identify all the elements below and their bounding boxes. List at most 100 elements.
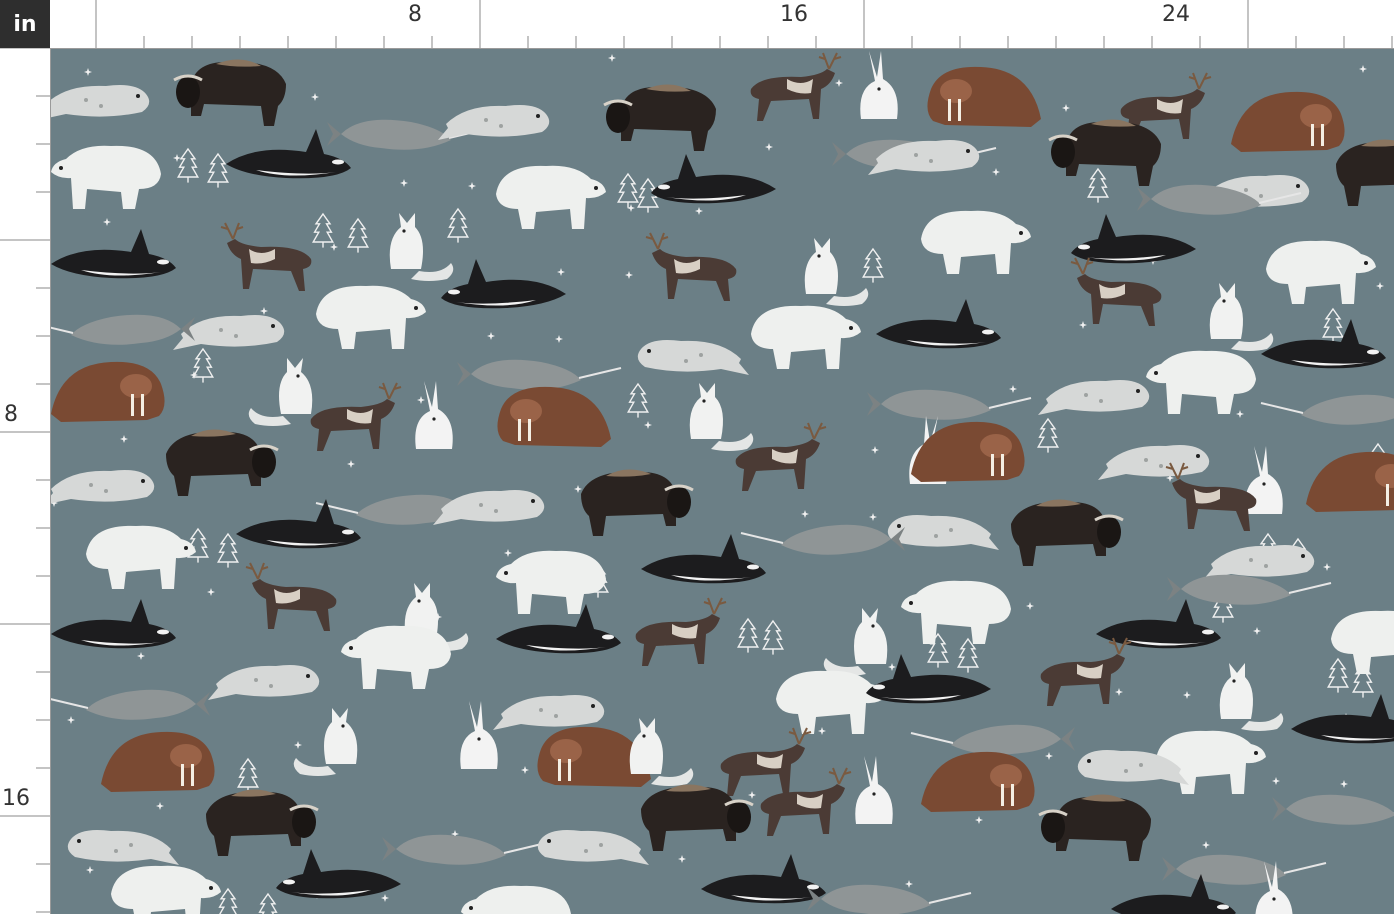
star-icon [1183,691,1191,699]
polar-bear-icon [1146,350,1256,414]
polar-bear-icon [901,580,1011,644]
orca-icon [496,604,621,654]
pine-tree-icon [206,152,230,188]
musk-ox-icon [603,84,716,151]
reindeer-icon [310,382,402,451]
seal-icon [637,340,749,375]
seal-icon [1203,545,1315,580]
star-icon [695,207,703,215]
reindeer-icon [645,232,737,301]
polar-bear-icon [316,285,426,349]
reindeer-icon [1070,257,1162,326]
pine-tree-icon [1086,167,1110,203]
arctic-fox-icon [389,213,454,281]
orca-icon [1071,214,1196,264]
pine-tree-icon [626,382,650,418]
narwhal-icon [382,834,547,865]
top-ruler-label-16: 16 [780,2,808,27]
pine-tree-icon [861,247,885,283]
seal-icon [208,665,320,700]
pine-tree-icon [1036,417,1060,453]
pine-tree-icon [258,892,278,914]
polar-bear-icon [1266,240,1376,304]
left-ruler-label-16: 16 [2,786,30,811]
seal-icon [1038,380,1150,415]
star-icon [311,93,319,101]
arctic-animal-pattern [51,51,1394,914]
narwhal-icon [867,389,1032,420]
narwhal-icon [740,524,905,555]
star-icon [260,307,268,315]
pine-tree-icon [346,217,370,253]
left-ruler-label-8: 8 [4,402,18,427]
star-icon [190,371,198,379]
star-icon [173,154,181,162]
orca-icon [51,229,176,279]
star-icon [468,182,476,190]
narwhal-icon [51,314,195,345]
reindeer-icon [750,52,842,121]
pine-tree-icon [1321,307,1345,343]
star-icon [1272,777,1280,785]
pine-tree-icon [616,172,640,208]
walrus-icon [921,751,1035,812]
polar-bear-icon [751,305,861,369]
star-icon [294,741,302,749]
pine-tree-icon [236,757,260,793]
walrus-icon [51,361,165,422]
star-icon [207,588,215,596]
polar-bear-icon [111,865,221,914]
star-icon [869,513,877,521]
star-icon [678,855,686,863]
reindeer-icon [1040,637,1132,706]
star-icon [400,179,408,187]
star-icon [521,766,529,774]
star-icon [1236,410,1244,418]
star-icon [557,268,565,276]
star-icon [137,652,145,660]
top-ruler-ticks [95,0,1393,48]
star-icon [748,791,756,799]
walrus-icon [927,66,1041,127]
fabric-print [51,49,1394,914]
orca-icon [1261,319,1386,369]
arctic-fox-icon [293,708,358,776]
reindeer-icon [760,767,852,836]
arctic-fox-icon [1209,283,1274,351]
orca-icon [236,499,361,549]
pine-tree-icon [736,617,760,653]
reindeer-icon [720,727,812,796]
star-icon [905,880,913,888]
top-ruler-label-24: 24 [1162,2,1190,27]
arctic-hare-icon [460,701,498,769]
seal-icon [438,105,550,140]
walrus-icon [1306,451,1394,512]
star-icon [871,446,879,454]
orca-icon [701,854,826,904]
orca-icon [276,849,401,899]
narwhal-icon [457,359,622,390]
star-icon [1009,385,1017,393]
musk-ox-icon [581,469,694,536]
pine-tree-icon [311,212,335,248]
arctic-fox-icon [248,358,313,426]
left-ruler: 8 16 [0,48,51,914]
pine-tree-icon [216,532,240,568]
polar-bear-icon [1331,610,1394,674]
reindeer-icon [635,597,727,666]
seal-icon [433,490,545,525]
star-icon [347,460,355,468]
walrus-icon [101,731,215,792]
pine-tree-icon [956,637,980,673]
star-icon [1079,321,1087,329]
pine-tree-icon [446,207,470,243]
star-icon [1340,780,1348,788]
orca-icon [1291,694,1394,744]
star-icon [84,68,92,76]
seal-icon [1098,445,1210,480]
reindeer-icon [245,562,337,631]
polar-bear-icon [921,210,1031,274]
star-icon [1026,602,1034,610]
reindeer-icon [220,222,312,291]
pine-tree-icon [176,147,200,183]
